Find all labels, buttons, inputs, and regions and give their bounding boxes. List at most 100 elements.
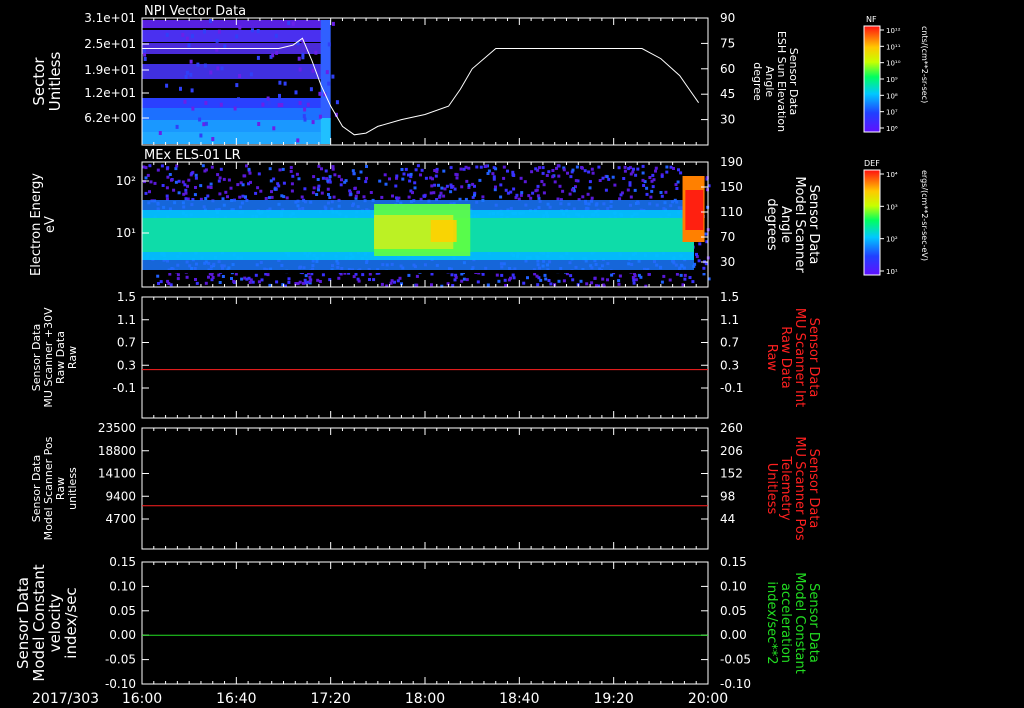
heat-cell <box>354 194 358 198</box>
heat-cell <box>679 171 683 175</box>
heat-cell <box>357 279 361 283</box>
colorbar-tick-label: 10¹¹ <box>886 43 901 51</box>
heat-cell <box>298 67 302 72</box>
heat-cell <box>509 190 513 194</box>
heat-cell <box>679 273 683 277</box>
heat-cell <box>185 275 189 279</box>
heat-cell <box>484 164 488 168</box>
heat-band <box>142 20 323 28</box>
heat-cell <box>157 282 160 285</box>
heat-cell <box>556 164 560 168</box>
heat-cell <box>209 186 213 189</box>
heat-cell <box>256 186 260 190</box>
heat-cell <box>634 173 638 177</box>
heat-cell <box>503 278 507 282</box>
heat-cell <box>318 91 322 96</box>
heat-cell <box>229 186 233 190</box>
y-tick-label-right: 1.5 <box>720 290 739 304</box>
y-tick-label: 0.15 <box>109 555 136 569</box>
heat-cell <box>143 57 147 61</box>
heat-cell <box>206 185 210 189</box>
heat-cell <box>557 279 561 283</box>
heat-cell <box>217 179 221 183</box>
heat-cell <box>272 126 276 131</box>
heat-cell <box>512 276 516 280</box>
heat-cell <box>183 183 187 187</box>
heat-cell <box>303 117 307 122</box>
heat-cell <box>194 173 198 177</box>
right-axis-label: degree <box>751 62 764 101</box>
y-axis-label: eV <box>43 216 58 233</box>
heat-cell <box>218 192 222 196</box>
heat-cell <box>204 100 208 105</box>
heat-cell <box>437 183 440 187</box>
plot-figure: NPI Vector Data 3.1e+01 2.5e+01 1.9e+01 1.2e… <box>14 4 929 707</box>
heat-band <box>142 64 323 79</box>
heat-cell <box>475 165 479 169</box>
heat-cell <box>512 187 516 191</box>
heat-cell <box>365 165 368 168</box>
heat-cell <box>597 165 601 169</box>
right-axis-label: Telemetry <box>778 455 793 520</box>
heat-cell <box>442 194 446 198</box>
heat-cell <box>675 272 679 276</box>
heat-cell <box>209 182 213 186</box>
heat-cell <box>660 194 664 198</box>
y-tick-label: 0.7 <box>117 336 136 350</box>
heat-band <box>685 190 704 230</box>
heat-cell <box>321 176 325 180</box>
heat-cell <box>607 177 611 181</box>
heat-cell <box>280 103 284 107</box>
heat-cell <box>574 179 578 183</box>
heat-cell <box>460 279 464 283</box>
heat-cell <box>199 184 203 188</box>
heat-cell <box>216 173 220 177</box>
heat-cell <box>259 189 263 193</box>
heat-cell <box>571 168 575 172</box>
colorbar-nf-ticks: 10¹² 10¹¹ 10¹⁰ 10⁹ 10⁸ 10⁷ 10⁶ <box>880 27 901 133</box>
heat-cell <box>641 171 645 175</box>
y-tick-label: 1.2e+01 <box>84 86 136 100</box>
heat-cell <box>194 186 197 189</box>
heat-cell <box>248 280 252 284</box>
heat-cell <box>668 278 672 282</box>
heat-cell <box>226 195 229 199</box>
heat-cell <box>547 279 551 282</box>
heat-cell <box>628 183 632 187</box>
heat-cell <box>527 194 531 198</box>
heat-cell <box>245 164 248 168</box>
heat-cell <box>688 276 692 279</box>
heat-cell <box>467 183 471 187</box>
heat-cell <box>297 56 301 61</box>
heat-cell <box>429 191 433 195</box>
heat-cell <box>445 184 449 188</box>
heat-cell <box>316 278 320 282</box>
heat-cell <box>172 188 176 192</box>
heat-cell <box>515 193 519 197</box>
heat-cell <box>534 189 538 193</box>
heat-cell <box>618 274 622 278</box>
heat-cell <box>511 273 515 277</box>
heat-cell <box>186 184 189 188</box>
y-tick-label: 14100 <box>98 467 136 481</box>
heat-cell <box>378 179 382 183</box>
heat-cell <box>247 167 251 171</box>
heat-cell <box>634 278 638 282</box>
heat-cell <box>541 171 545 175</box>
heat-cell <box>617 166 621 170</box>
x-tick-label: 18:40 <box>499 691 539 707</box>
y-tick-label: 1.1 <box>117 313 136 327</box>
heat-cell <box>296 138 300 143</box>
heat-cell <box>217 273 221 277</box>
heat-cell <box>303 187 307 191</box>
heat-cell <box>551 175 555 179</box>
heat-cell <box>249 180 252 184</box>
heat-cell <box>210 165 214 169</box>
heat-cell <box>179 86 182 91</box>
heat-cell <box>331 74 335 79</box>
heat-cell <box>257 122 261 126</box>
heat-cell <box>372 278 376 282</box>
x-tick-label: 19:20 <box>593 691 633 707</box>
y-tick-label-right: 90 <box>720 11 735 25</box>
heat-cell <box>357 177 361 180</box>
